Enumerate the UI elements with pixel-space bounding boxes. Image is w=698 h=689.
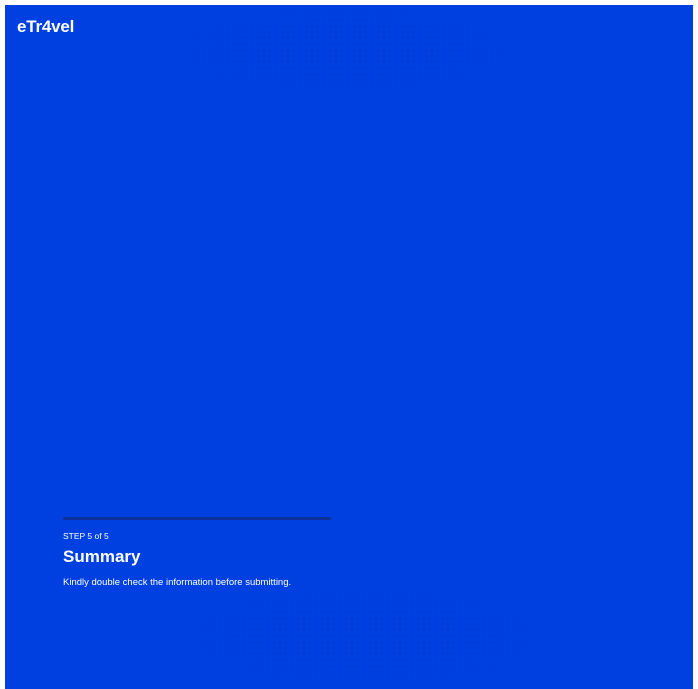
step-progress-fill	[63, 517, 331, 520]
step-description: Kindly double check the information befo…	[63, 577, 292, 588]
app-frame: eTr4vel STEP 5 of 5 Summary Kindly doubl…	[5, 5, 693, 689]
step-panel: STEP 5 of 5 Summary Kindly double check …	[63, 517, 363, 589]
step-title: Summary	[63, 547, 141, 566]
background-texture-bottom	[175, 585, 555, 689]
step-progress-bar	[63, 517, 331, 520]
background-texture-top	[165, 5, 525, 95]
brand-logo[interactable]: eTr4vel	[17, 17, 74, 37]
step-counter: STEP 5 of 5	[63, 531, 109, 541]
